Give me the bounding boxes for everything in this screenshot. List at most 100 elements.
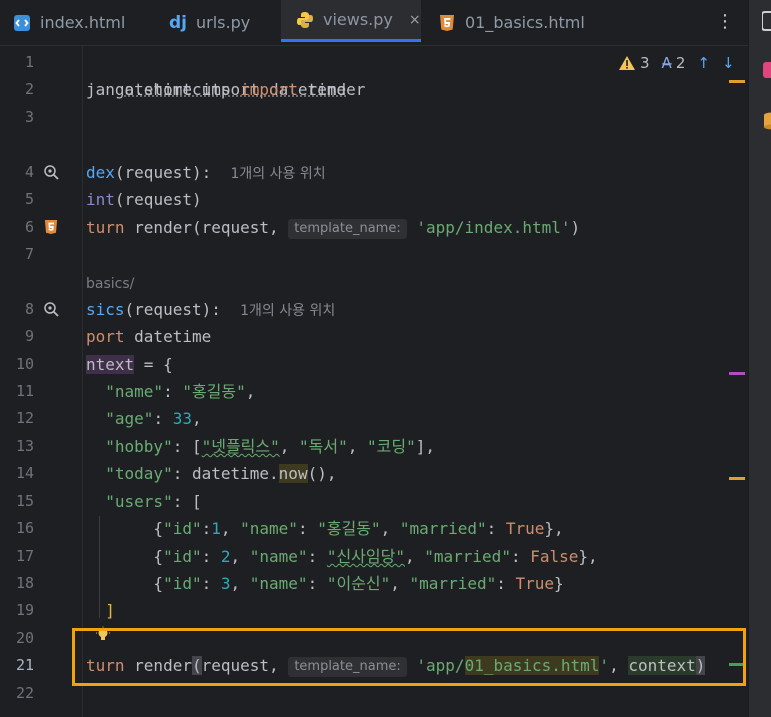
code-line-6: turn render(request, template_name: 'app… <box>86 214 580 241</box>
code-token: jango.shortcuts <box>86 80 241 99</box>
html5-gutter-icon[interactable] <box>42 218 60 236</box>
usage-hint[interactable]: 1개의 사용 위치 <box>240 303 335 319</box>
code-token: ntext <box>86 355 135 374</box>
django-icon: dj <box>169 12 187 33</box>
code-token: "age" <box>105 409 154 428</box>
tab-views-py[interactable]: views.py × <box>281 0 421 42</box>
code-token: "이순신" <box>326 574 391 593</box>
code-token: 1 <box>211 519 221 538</box>
code-line-19: ] <box>86 597 115 624</box>
code-token: 33 <box>172 409 192 428</box>
code-line-5: int(request) <box>86 186 202 213</box>
tab-01-basics-html[interactable]: 01_basics.html <box>437 0 585 45</box>
code-token: render <box>297 80 366 99</box>
line-number: 1 <box>24 53 34 71</box>
code-line-2: jango.shortcuts import render <box>86 76 365 103</box>
html5-icon <box>437 13 457 33</box>
line-number: 6 <box>24 218 34 236</box>
plugin-icon[interactable] <box>763 62 771 78</box>
code-token: render(request, <box>124 218 289 237</box>
line-number: 9 <box>24 327 34 345</box>
line-number: 12 <box>15 409 34 427</box>
code-token: "id" <box>163 519 202 538</box>
code-token: "id" <box>163 547 202 566</box>
gutter-divider <box>82 46 83 717</box>
code-token: (), <box>307 464 337 483</box>
code-token: "id" <box>163 574 202 593</box>
code-token: datetime <box>124 327 212 346</box>
parameter-hint: template_name: <box>288 219 407 239</box>
code-token: "독서" <box>299 437 348 456</box>
code-token: "name" <box>249 574 308 593</box>
right-tool-strip <box>748 0 771 717</box>
code-line-4: dex(request): 1개의 사용 위치 <box>86 159 326 186</box>
line-number: 21 <box>15 656 34 674</box>
tab-index-html[interactable]: index.html <box>12 0 125 45</box>
code-line-18: {"id": 3, "name": "이순신", "married": True… <box>86 574 564 593</box>
close-icon[interactable]: × <box>409 12 421 28</box>
code-token: int <box>86 190 115 209</box>
tab-label: index.html <box>40 13 126 32</box>
editor-tab-bar: index.html dj urls.py views.py × 01_basi… <box>0 0 748 46</box>
line-number: 3 <box>24 108 34 126</box>
html-file-icon <box>12 13 32 33</box>
code-token: "married" <box>399 519 487 538</box>
code-token: "홍길동" <box>317 519 381 538</box>
line-number: 15 <box>15 492 34 510</box>
line-number: 17 <box>15 547 34 565</box>
find-usages-icon[interactable] <box>42 300 60 318</box>
notifications-icon[interactable] <box>762 10 771 32</box>
line-number: 13 <box>15 437 34 455</box>
url-comment: basics/ <box>86 276 135 292</box>
code-token: "홍길동" <box>182 382 246 401</box>
code-token: "넷플릭스" <box>201 437 280 456</box>
line-number: 5 <box>24 190 34 208</box>
code-token: now <box>278 464 308 483</box>
line-number: 2 <box>24 80 34 98</box>
usage-hint[interactable]: 1개의 사용 위치 <box>231 166 326 182</box>
database-icon[interactable] <box>763 112 771 130</box>
line-number: 10 <box>15 355 34 373</box>
code-line-11: "name": "홍길동", <box>105 382 256 401</box>
code-token: "name" <box>105 382 164 401</box>
code-token: 'app/index.html' <box>416 218 571 237</box>
code-token: "신사임당" <box>326 547 405 566</box>
line-number: 19 <box>15 601 34 619</box>
code-token: "today" <box>105 464 173 483</box>
code-editor[interactable]: atetime import datetime jango.shortcuts … <box>86 46 746 717</box>
code-token: True <box>515 574 555 593</box>
code-token: 3 <box>220 574 231 593</box>
line-number: 7 <box>24 245 34 263</box>
tab-label: 01_basics.html <box>465 13 585 32</box>
code-line-1: atetime import datetime <box>86 49 347 99</box>
code-token: : [ <box>172 492 202 511</box>
more-options-icon[interactable]: ⋮ <box>716 10 734 34</box>
code-token: port <box>86 327 125 346</box>
code-token: ] <box>105 601 115 620</box>
find-usages-icon[interactable] <box>42 163 60 181</box>
code-token: "name" <box>249 547 308 566</box>
code-token: "users" <box>105 492 173 511</box>
code-line-16: {"id":1, "name": "홍길동", "married": True}… <box>86 519 564 538</box>
code-line-13: "hobby": ["넷플릭스", "독서", "코딩"], <box>105 437 435 456</box>
code-line-12: "age": 33, <box>105 409 202 428</box>
code-token: 2 <box>220 547 231 566</box>
code-token: datetime. <box>191 464 279 483</box>
tab-urls-py[interactable]: dj urls.py <box>168 0 250 45</box>
line-number: 4 <box>24 163 34 181</box>
code-token: turn <box>86 218 125 237</box>
python-icon <box>295 10 315 30</box>
line-number: 8 <box>24 300 34 318</box>
code-token: "name" <box>240 519 298 538</box>
code-token: (request): <box>114 163 212 182</box>
line-number: 18 <box>15 574 34 592</box>
code-token: False <box>530 547 579 566</box>
code-token: dex <box>86 163 115 182</box>
line-number: 22 <box>15 684 34 702</box>
line-gutter: 1 2 3 4 5 6 7 8 9 10 11 12 13 14 15 16 1… <box>0 46 82 717</box>
code-token: (request) <box>114 190 202 209</box>
code-line-7: basics/ <box>86 269 134 296</box>
code-line-17: {"id": 2, "name": "신사임당", "married": Fal… <box>86 547 598 566</box>
code-line-10: ntext = { <box>86 351 173 378</box>
code-token: sics <box>86 300 125 319</box>
